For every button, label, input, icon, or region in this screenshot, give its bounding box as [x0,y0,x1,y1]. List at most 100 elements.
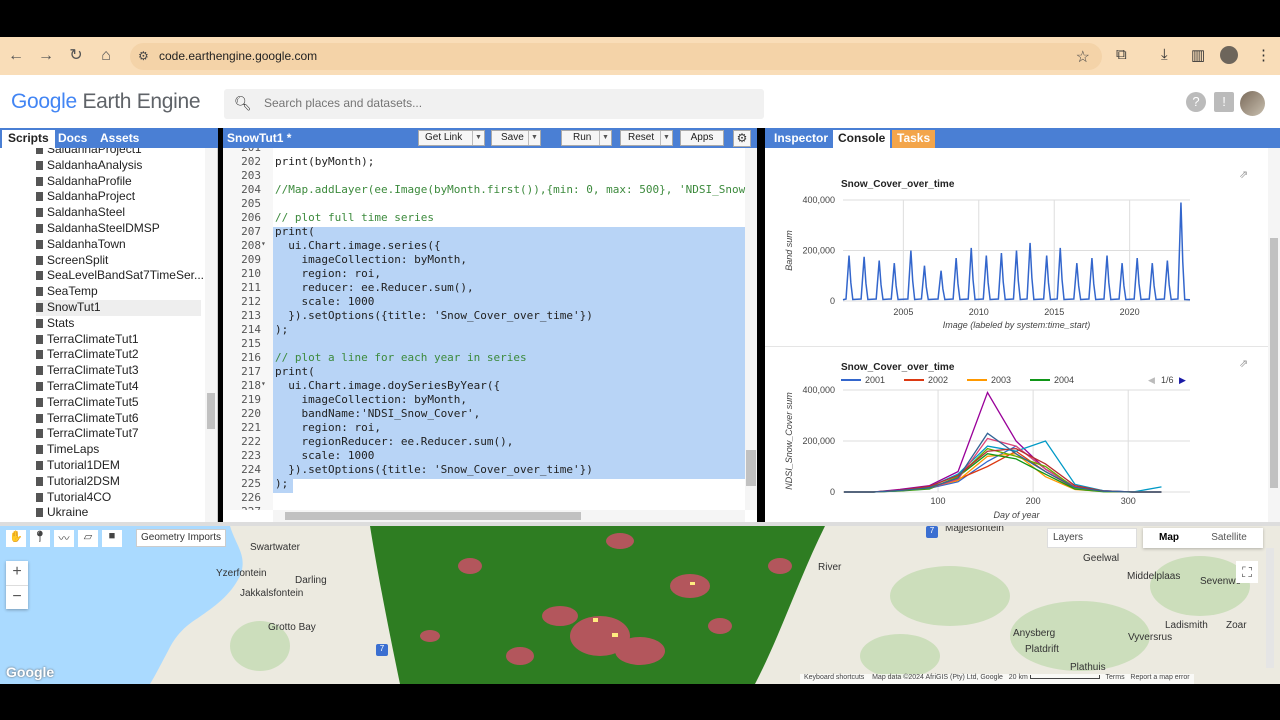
script-item[interactable]: TerraClimateTut2 [36,347,139,363]
script-item[interactable]: Ukraine [36,505,88,521]
hand-icon[interactable]: ✋ [6,530,26,547]
console-scroll-thumb[interactable] [1270,238,1278,488]
script-item[interactable]: TerraClimateTut7 [36,426,139,442]
avatar[interactable] [1240,91,1265,116]
script-item[interactable]: SaldanhaAnalysis [36,158,142,174]
zoom-out-button[interactable]: − [6,585,28,609]
line-number: 221 [241,421,261,434]
tab-console[interactable]: Console [833,130,891,148]
download-icon[interactable]: ⤓ [1161,46,1168,63]
script-item[interactable]: TerraClimateTut5 [36,395,139,411]
map-place-label: Anysberg [1013,628,1056,639]
apps-button[interactable]: Apps [680,130,724,146]
home-icon[interactable]: ⌂ [96,46,116,66]
scripts-scroll-thumb[interactable] [207,393,215,429]
map-type-satellite[interactable]: Satellite [1195,528,1263,548]
script-item[interactable]: TerraClimateTut1 [36,332,139,348]
script-item[interactable]: SaldanhaTown [36,237,126,253]
popout-icon[interactable]: ⇗ [1239,357,1248,370]
line-number: 213 [241,309,261,322]
code-line: 213 }).setOptions({title: 'Snow_Cover_ov… [223,309,745,323]
chevron-down-icon[interactable]: ▼ [528,131,540,145]
tab-docs[interactable]: Docs [52,130,93,148]
script-item[interactable]: SaldanhaSteelDMSP [36,221,160,237]
chevron-down-icon[interactable]: ▼ [660,131,672,145]
editor-horizontal-scrollbar[interactable] [273,510,745,522]
point-icon[interactable]: 📍︎ [30,530,50,547]
polygon-icon[interactable]: ▱ [78,530,98,547]
tab-scripts[interactable]: Scripts [2,130,55,148]
fold-icon[interactable]: ▾ [261,239,266,248]
forward-icon[interactable]: → [36,46,56,66]
script-item[interactable]: SeaTemp [36,284,98,300]
script-item[interactable]: SeaLevelBandSat7TimeSer... [36,268,204,284]
popout-icon[interactable]: ⇗ [1239,168,1248,181]
chevron-down-icon[interactable]: ▼ [599,131,611,145]
run-button[interactable]: Run ▼ [561,130,612,146]
script-item[interactable]: TerraClimateTut3 [36,363,139,379]
extensions-icon[interactable]: ⧉ [1116,46,1127,63]
map-place-label: River [818,562,842,573]
script-item[interactable]: Tutorial2DSM [36,474,120,490]
search-input[interactable] [264,96,744,110]
site-info-icon[interactable]: ⚙ [138,49,149,63]
gear-icon[interactable]: ⚙ [733,130,751,147]
profile-icon[interactable] [1220,46,1238,64]
editor-scroll-thumb[interactable] [746,450,756,486]
tab-inspector[interactable]: Inspector [769,130,833,148]
bookmark-star-icon[interactable]: ☆ [1076,47,1090,67]
line-icon[interactable]: 〰 [54,530,74,547]
menu-icon[interactable]: ⋮ [1256,46,1271,64]
script-item[interactable]: Tutorial1DEM [36,458,120,474]
code-text: scale: 1000 [275,295,375,308]
script-item[interactable]: SaldanhaProject1 [36,148,142,158]
zoom-in-button[interactable]: + [6,561,28,585]
code-area[interactable]: 201202 print(byMonth); 203204 //Map.addLaye… [223,148,745,510]
script-item[interactable]: SaldanhaSteel [36,205,125,221]
script-item[interactable]: TerraClimateTut6 [36,411,139,427]
map-place-label: Geelwal [1083,553,1120,564]
fold-icon[interactable]: ▾ [261,379,266,388]
scripts-scrollbar[interactable] [205,148,217,522]
save-button[interactable]: Save ▼ [491,130,541,146]
script-item[interactable]: TerraClimateTut4 [36,379,139,395]
chart-divider [765,346,1268,347]
terms-link[interactable]: Terms [1106,674,1125,681]
editor-hscroll-thumb[interactable] [285,512,581,520]
script-item[interactable]: Stats [36,316,74,332]
get-link-button[interactable]: Get Link ▼ [418,130,485,146]
script-item[interactable]: ScreenSplit [36,253,108,269]
feedback-icon[interactable]: ! [1214,92,1234,112]
script-item[interactable]: SnowTut1 [36,300,201,316]
chevron-down-icon[interactable]: ▼ [472,131,484,145]
script-item[interactable]: TimeLaps [36,442,99,458]
map-scrollbar[interactable] [1266,548,1274,668]
script-list: SaldanhaProject1 SaldanhaAnalysis Saldanha… [0,148,205,522]
sidebar-icon[interactable]: ▥ [1191,46,1205,64]
code-line: 214); [223,323,745,337]
url-text[interactable]: code.earthengine.google.com [159,49,317,63]
keyboard-shortcuts-link[interactable]: Keyboard shortcuts [804,674,864,681]
editor-vertical-scrollbar[interactable] [745,148,757,510]
tab-tasks[interactable]: Tasks [892,130,936,148]
code-text: scale: 1000 [275,449,375,462]
map-view[interactable]: Swartwater Yzerfontein Darling Jakkalsfonte… [0,526,1280,684]
reload-icon[interactable]: ↻ [66,46,86,66]
geometry-imports-button[interactable]: Geometry Imports [136,529,226,547]
map-type-map[interactable]: Map [1143,528,1195,548]
address-bar[interactable]: ⚙ code.earthengine.google.com ☆ [130,43,1102,70]
fullscreen-icon[interactable]: ⛶ [1236,561,1258,583]
help-icon[interactable]: ? [1186,92,1206,112]
reset-button[interactable]: Reset ▼ [620,130,673,146]
script-item[interactable]: SaldanhaProject [36,189,135,205]
tab-assets[interactable]: Assets [94,130,145,148]
rectangle-icon[interactable]: ■ [102,530,122,547]
report-map-error-link[interactable]: Report a map error [1130,674,1189,681]
script-item[interactable]: Tutorial4CO [36,490,111,506]
search-box[interactable]: 🔍︎ [224,89,764,119]
back-icon[interactable]: ← [6,46,26,66]
doy-series-chart: Snow_Cover_over_time 2001 2002 2003 2004 ◀ 1/6… [784,362,1190,520]
console-scrollbar[interactable] [1268,148,1280,522]
script-item[interactable]: SaldanhaProfile [36,174,132,190]
layers-button[interactable]: Layers [1047,528,1137,548]
